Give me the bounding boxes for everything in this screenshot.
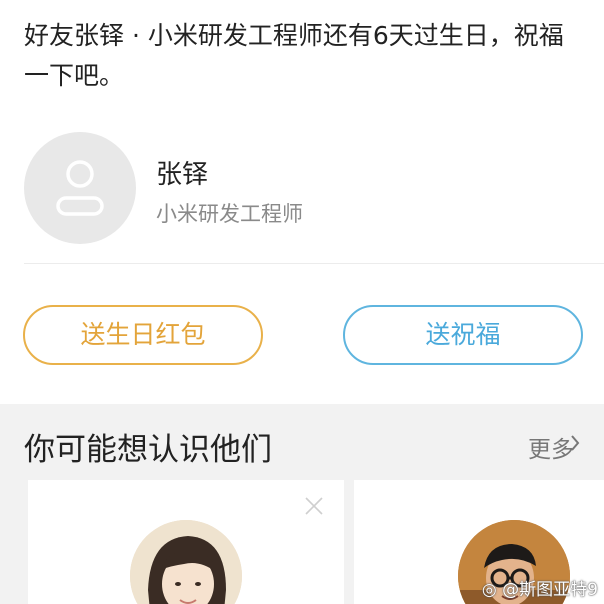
- birthday-notice-text: 好友张铎 · 小米研发工程师还有6天过生日，祝福一下吧。: [24, 21, 564, 90]
- weibo-logo-icon: ◎: [481, 580, 497, 600]
- divider: [24, 263, 604, 264]
- send-blessing-button[interactable]: 送祝福: [343, 305, 583, 365]
- contact-name: 张铎: [156, 160, 209, 190]
- contact-job-title: 小米研发工程师: [156, 202, 303, 226]
- chevron-right-icon[interactable]: [570, 434, 580, 452]
- watermark-text: @斯图亚特9: [502, 580, 598, 600]
- people-you-may-know-section: 你可能想认识他们 更多: [0, 404, 604, 604]
- avatar[interactable]: [24, 132, 136, 244]
- profile-photo-woman[interactable]: [130, 520, 242, 604]
- more-link[interactable]: 更多: [528, 430, 574, 464]
- section-title: 你可能想认识他们: [24, 432, 272, 468]
- suggestion-card[interactable]: [28, 480, 344, 604]
- send-birthday-red-packet-button[interactable]: 送生日红包: [23, 305, 263, 365]
- watermark: ◎ @斯图亚特9: [482, 575, 598, 600]
- person-placeholder-icon: [56, 160, 104, 216]
- close-icon[interactable]: [304, 496, 324, 516]
- contact-card[interactable]: 张铎 小米研发工程师: [24, 132, 604, 264]
